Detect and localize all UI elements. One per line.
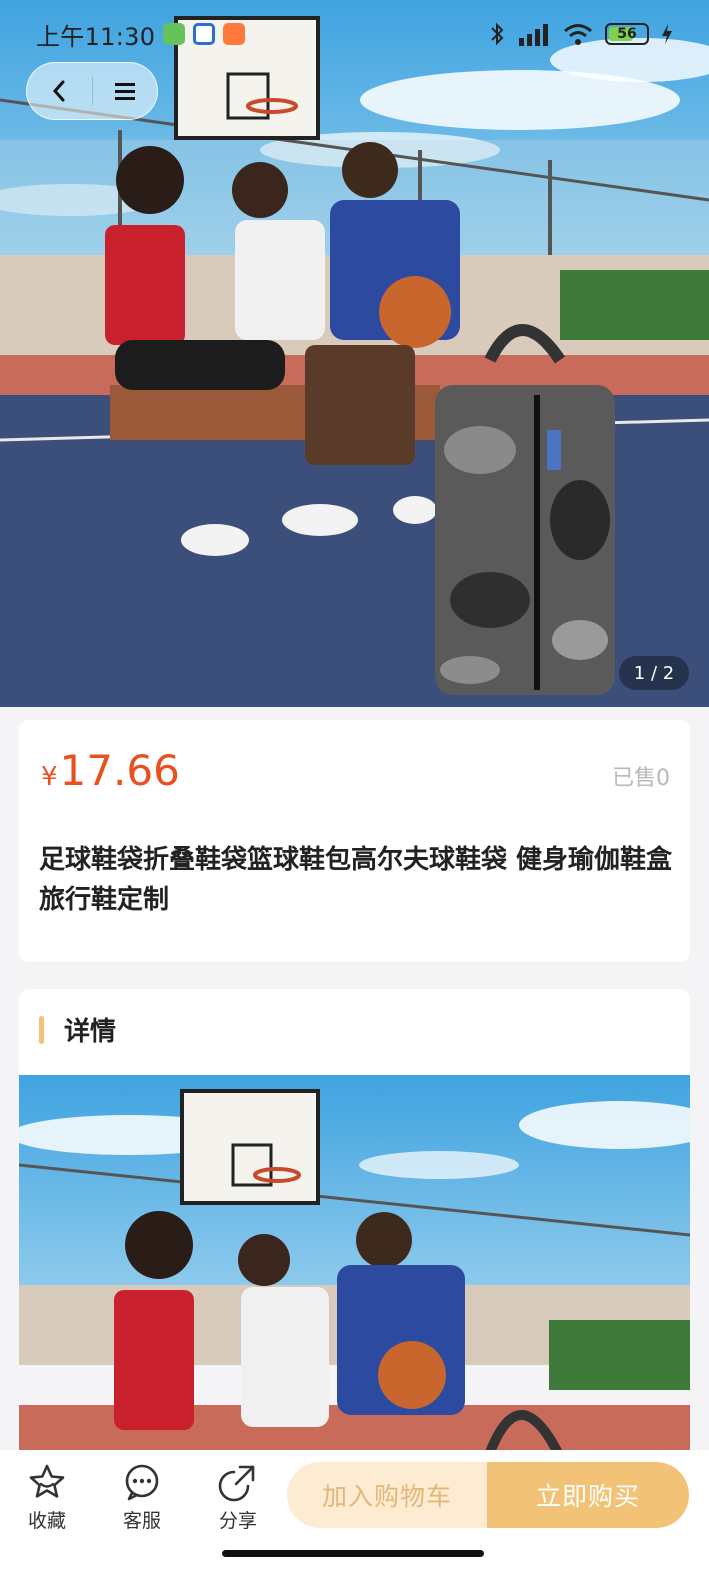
sold-count: 已售0 bbox=[612, 766, 670, 791]
bluetooth-icon bbox=[491, 22, 504, 46]
chat-icon bbox=[125, 1464, 159, 1501]
wechat-app-icon bbox=[163, 23, 186, 45]
detail-image bbox=[19, 1075, 690, 1455]
battery-level: 56 bbox=[617, 26, 637, 42]
back-icon bbox=[53, 80, 65, 102]
price: ¥ 17.66 bbox=[41, 746, 180, 795]
details-heading: 详情 bbox=[64, 1017, 117, 1047]
menu-icon bbox=[114, 83, 135, 100]
section-accent-bar bbox=[39, 1015, 44, 1044]
service-label: 客服 bbox=[122, 1510, 161, 1532]
service-button[interactable]: 客服 bbox=[107, 1462, 177, 1533]
charging-icon bbox=[662, 24, 672, 44]
detail-photo bbox=[19, 1075, 690, 1455]
back-button[interactable] bbox=[27, 63, 92, 119]
home-indicator[interactable] bbox=[222, 1550, 484, 1557]
shop-app-icon bbox=[223, 23, 246, 45]
product-title: 足球鞋袋折叠鞋袋篮球鞋包高尔夫球鞋袋 健身瑜伽鞋盒旅行鞋定制 bbox=[39, 845, 673, 915]
battery-icon: 56 bbox=[605, 23, 649, 45]
product-page: 上午11:30 56 1 / 2 ¥ 17.66 已售0 足球鞋袋折叠鞋袋篮球鞋… bbox=[0, 0, 709, 1575]
menu-button[interactable] bbox=[93, 63, 158, 119]
share-button[interactable]: 分享 bbox=[203, 1462, 273, 1533]
add-to-cart-button[interactable]: 加入购物车 bbox=[287, 1462, 487, 1528]
star-icon bbox=[29, 1464, 65, 1498]
product-image-carousel[interactable]: 上午11:30 56 1 / 2 bbox=[0, 0, 709, 707]
price-currency: ¥ bbox=[41, 762, 58, 792]
wifi-icon bbox=[564, 24, 592, 45]
buy-now-button[interactable]: 立即购买 bbox=[487, 1462, 689, 1528]
status-bar: 上午11:30 56 bbox=[0, 14, 709, 54]
share-icon bbox=[218, 1465, 255, 1502]
nav-capsule bbox=[26, 62, 158, 120]
image-counter: 1 / 2 bbox=[619, 656, 689, 690]
product-info-card: ¥ 17.66 已售0 足球鞋袋折叠鞋袋篮球鞋包高尔夫球鞋袋 健身瑜伽鞋盒旅行鞋… bbox=[19, 720, 690, 962]
browser-app-icon bbox=[193, 23, 216, 45]
share-label: 分享 bbox=[218, 1510, 257, 1532]
favorite-button[interactable]: 收藏 bbox=[12, 1462, 82, 1533]
signal-icon bbox=[519, 24, 548, 46]
details-section-header: 详情 bbox=[19, 989, 690, 1075]
favorite-label: 收藏 bbox=[27, 1510, 66, 1532]
status-time: 上午11:30 bbox=[36, 22, 156, 51]
price-value: 17.66 bbox=[59, 746, 180, 795]
